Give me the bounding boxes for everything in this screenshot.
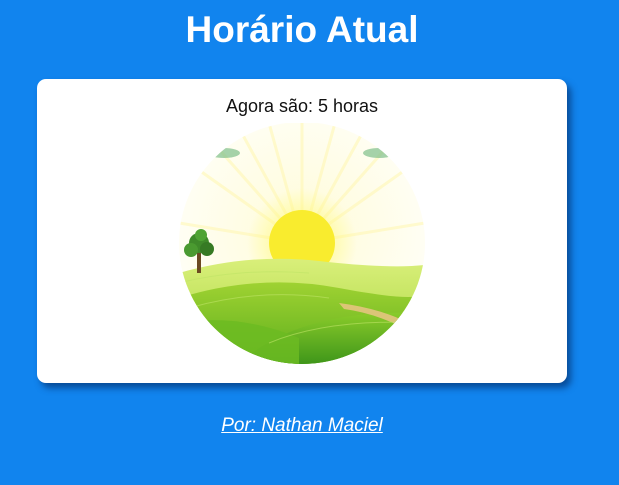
author-credit-link[interactable]: Por: Nathan Maciel	[221, 415, 383, 436]
time-card: Agora são: 5 horas	[37, 79, 567, 383]
sunrise-landscape-image	[179, 123, 425, 364]
footer: Por: Nathan Maciel	[0, 415, 604, 437]
page: Horário Atual Agora são: 5 horas Por: Na…	[0, 0, 619, 485]
page-title: Horário Atual	[185, 9, 419, 50]
current-hour-text: Agora são: 5 horas	[225, 96, 379, 116]
